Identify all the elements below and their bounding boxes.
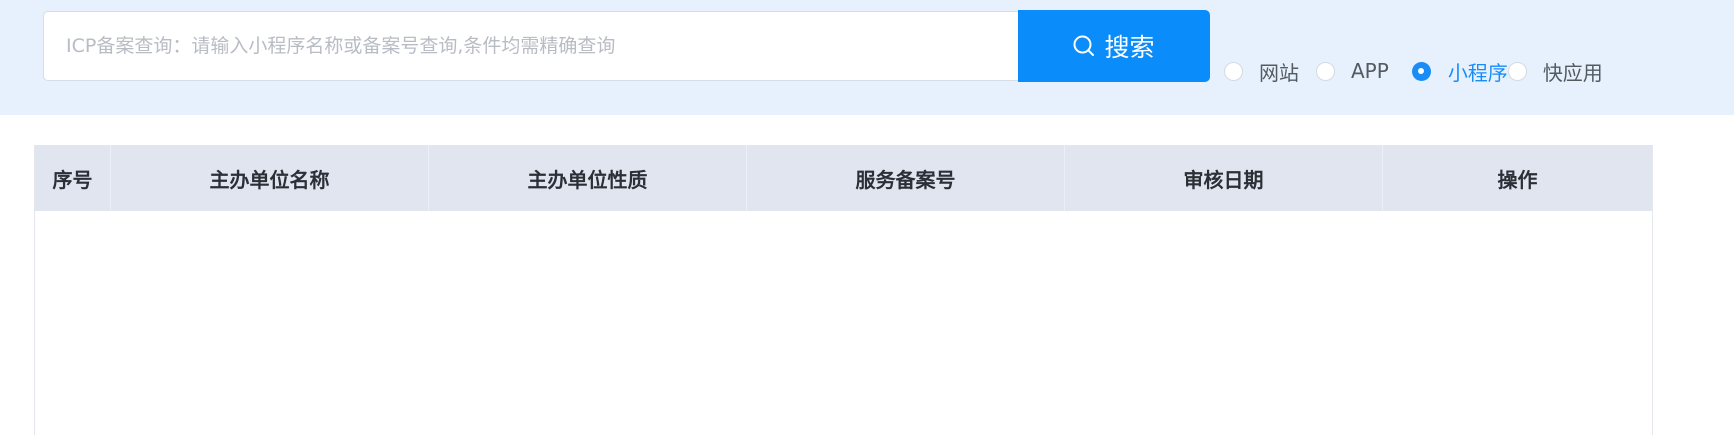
table-body	[35, 211, 1652, 435]
radio-label-mini-program: 小程序	[1447, 60, 1508, 85]
column-header-seq: 序号	[35, 145, 111, 211]
table-header: 序号 主办单位名称 主办单位性质 服务备案号 审核日期 操作	[35, 145, 1652, 211]
column-header-review-date: 审核日期	[1065, 145, 1383, 211]
radio-option-quick-app[interactable]: 快应用	[1507, 57, 1603, 86]
radio-label-quick-app: 快应用	[1542, 60, 1603, 85]
column-header-actions: 操作	[1497, 167, 1538, 192]
radio-option-app[interactable]: APP	[1316, 59, 1389, 83]
search-button-label: 搜索	[1104, 33, 1155, 62]
radio-option-mini-program[interactable]: 小程序	[1411, 57, 1508, 86]
column-header-organizer-nature: 主办单位性质	[429, 145, 747, 211]
radio-label-website: 网站	[1259, 60, 1299, 85]
column-header-organizer-name: 主办单位名称	[111, 145, 429, 211]
radio-button[interactable]	[1316, 61, 1335, 81]
radio-button[interactable]	[1507, 61, 1527, 81]
results-table: 序号 主办单位名称 主办单位性质 服务备案号 审核日期 操作	[34, 145, 1653, 435]
radio-button-checked[interactable]	[1411, 61, 1431, 81]
column-header-license-number: 服务备案号	[747, 145, 1065, 211]
radio-option-website[interactable]: 网站	[1224, 57, 1299, 86]
search-input[interactable]	[43, 11, 1018, 81]
search-icon	[1073, 35, 1095, 57]
search-bar-area: 搜索 网站 APP 小程序 快应用	[0, 0, 1734, 115]
search-button[interactable]: 搜索	[1018, 10, 1210, 82]
radio-button[interactable]	[1224, 61, 1243, 81]
type-filter-radio-group: 网站 APP 小程序 快应用	[1224, 55, 1603, 87]
radio-label-app: APP	[1351, 59, 1389, 83]
